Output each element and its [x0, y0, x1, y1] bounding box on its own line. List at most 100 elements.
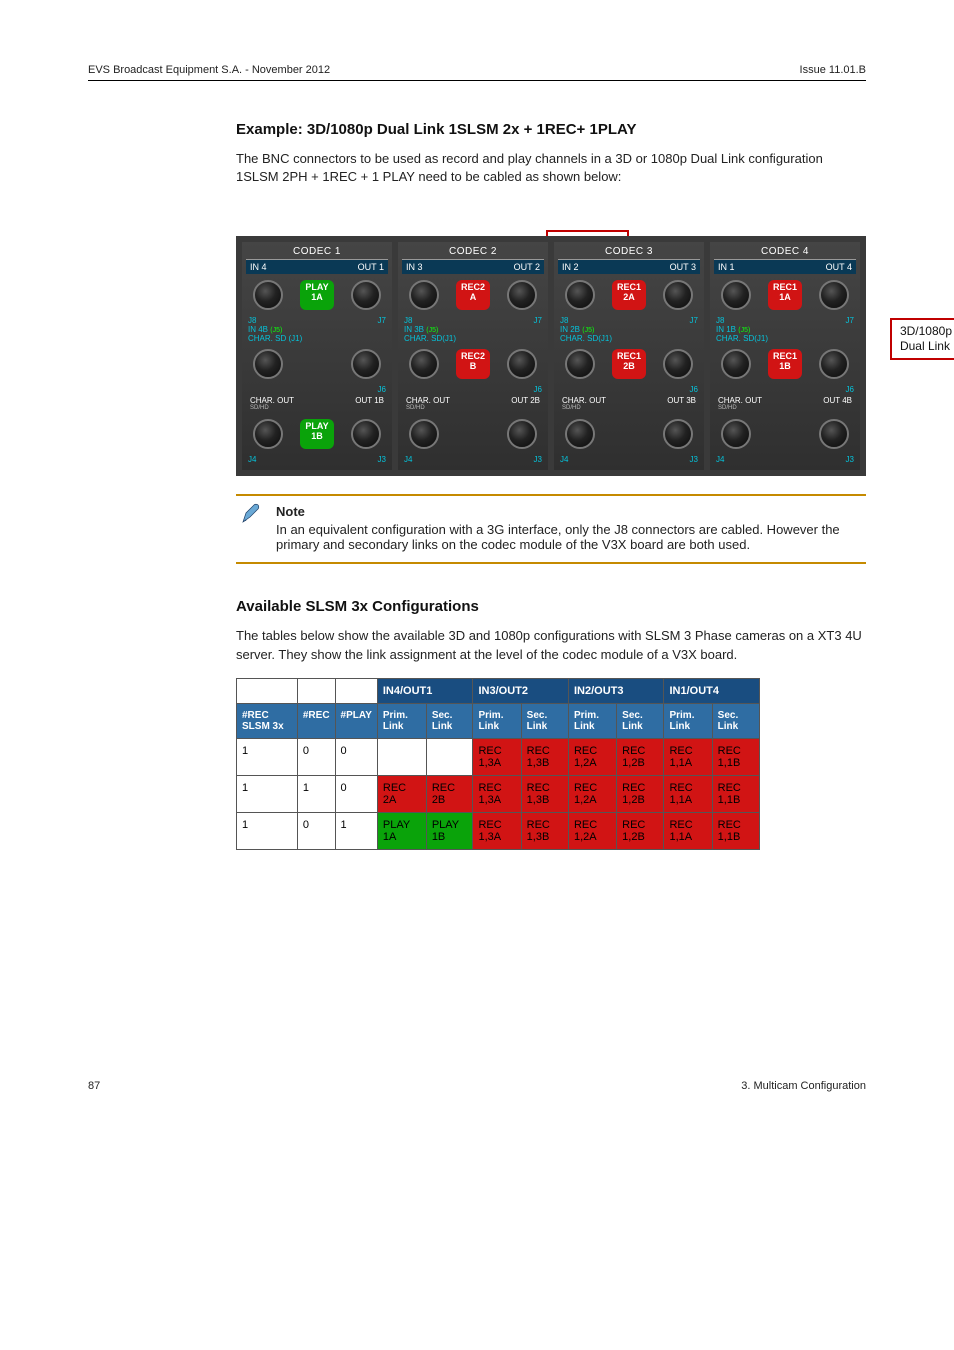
- table-sub-header: Prim. Link: [664, 703, 712, 738]
- port-label: J6: [846, 385, 854, 394]
- port-label: J3: [690, 455, 698, 464]
- mid-in-label: IN 4B (J5)CHAR. SD (J1): [248, 325, 302, 343]
- table-cell: [377, 738, 426, 775]
- table-cell: PLAY 1B: [426, 812, 473, 849]
- port-label: J3: [846, 455, 854, 464]
- table-cell: REC 1,2A: [568, 738, 616, 775]
- table-cell: REC 1,3A: [473, 738, 521, 775]
- table-cell: REC 1,1B: [712, 812, 759, 849]
- codec-label: CODEC 1: [246, 246, 388, 260]
- table-cell: [426, 738, 473, 775]
- bnc-connector: [351, 280, 381, 310]
- table-cell: REC 1,1B: [712, 738, 759, 775]
- bnc-connector: [819, 280, 849, 310]
- table-sub-header: Sec. Link: [521, 703, 568, 738]
- table-cell: REC 1,3B: [521, 812, 568, 849]
- in-label: IN 4: [250, 262, 267, 272]
- bnc-connector: [409, 349, 439, 379]
- channel-badge: PLAY1A: [300, 280, 334, 310]
- channel-badge: REC12B: [612, 349, 646, 379]
- port-label: J8: [560, 316, 568, 325]
- table-cell: 0: [297, 812, 335, 849]
- table-cell: REC 1,1B: [712, 775, 759, 812]
- port-label: J8: [404, 316, 412, 325]
- codec-module: CODEC 2 IN 3OUT 2 REC2A J8J7 IN 3B (J5)C…: [398, 242, 548, 470]
- in-label: IN 2: [562, 262, 579, 272]
- out-b-label: OUT 3B: [667, 396, 696, 411]
- table-cell: 1: [237, 812, 298, 849]
- codec-module: CODEC 4 IN 1OUT 4 REC11A J8J7 IN 1B (J5)…: [710, 242, 860, 470]
- codec-module: CODEC 3 IN 2OUT 3 REC12A J8J7 IN 2B (J5)…: [554, 242, 704, 470]
- table-cell: REC 1,1A: [664, 775, 712, 812]
- channel-badge: REC11A: [768, 280, 802, 310]
- port-label: J6: [534, 385, 542, 394]
- table-cell: 0: [335, 738, 377, 775]
- table-cell: REC 2B: [426, 775, 473, 812]
- codec-label: CODEC 2: [402, 246, 544, 260]
- table-cell: REC 1,1A: [664, 738, 712, 775]
- char-out-label: CHAR. OUTSD/HD: [406, 396, 450, 411]
- out-b-label: OUT 4B: [823, 396, 852, 411]
- bnc-connector: [565, 280, 595, 310]
- header-rule: [88, 80, 866, 81]
- port-label: J7: [534, 316, 542, 325]
- codec-label: CODEC 4: [714, 246, 856, 260]
- table-cell: 1: [335, 812, 377, 849]
- bnc-connector: [663, 419, 693, 449]
- bnc-connector: [507, 280, 537, 310]
- table-cell: [335, 678, 377, 703]
- mid-in-label: IN 3B (J5)CHAR. SD(J1): [404, 325, 456, 343]
- out-label: OUT 4: [826, 262, 852, 272]
- table-cell: REC 1,3B: [521, 775, 568, 812]
- port-label: J4: [716, 455, 724, 464]
- port-label: J4: [560, 455, 568, 464]
- port-label: J6: [690, 385, 698, 394]
- table-sub-header: #REC: [297, 703, 335, 738]
- table-cell: REC 1,2A: [568, 775, 616, 812]
- table-cell: REC 1,3A: [473, 775, 521, 812]
- table-sub-header: #PLAY: [335, 703, 377, 738]
- bnc-connector: [507, 419, 537, 449]
- table-cell: 1: [237, 775, 298, 812]
- table-sub-header: Prim. Link: [568, 703, 616, 738]
- table-cell: 0: [297, 738, 335, 775]
- table-sub-header: Prim. Link: [377, 703, 426, 738]
- table-cell: 0: [335, 775, 377, 812]
- table-sub-header: Sec. Link: [426, 703, 473, 738]
- section2-title: Available SLSM 3x Configurations: [236, 598, 866, 615]
- out-label: OUT 1: [358, 262, 384, 272]
- port-label: J4: [248, 455, 256, 464]
- table-cell: REC 1,1A: [664, 812, 712, 849]
- table-group-header: IN1/OUT4: [664, 678, 760, 703]
- channel-badge: REC2A: [456, 280, 490, 310]
- port-label: J8: [248, 316, 256, 325]
- port-label: J8: [716, 316, 724, 325]
- table-cell: REC 1,2B: [617, 738, 664, 775]
- port-label: J7: [846, 316, 854, 325]
- table-cell: REC 1,2A: [568, 812, 616, 849]
- mid-in-label: IN 1B (J5)CHAR. SD(J1): [716, 325, 768, 343]
- bnc-connector: [507, 349, 537, 379]
- table-cell: 1: [297, 775, 335, 812]
- port-label: J3: [378, 455, 386, 464]
- codec-module: CODEC 1 IN 4OUT 1 PLAY1A J8J7 IN 4B (J5)…: [242, 242, 392, 470]
- port-label: J7: [690, 316, 698, 325]
- port-label: J4: [404, 455, 412, 464]
- footer-right: 3. Multicam Configuration: [741, 1080, 866, 1092]
- table-cell: REC 1,2B: [617, 812, 664, 849]
- table-cell: REC 1,3A: [473, 812, 521, 849]
- table-sub-header: Sec. Link: [617, 703, 664, 738]
- section1-title: Example: 3D/1080p Dual Link 1SLSM 2x + 1…: [236, 121, 866, 138]
- table-cell: REC 2A: [377, 775, 426, 812]
- bnc-connector: [565, 349, 595, 379]
- bnc-connector: [819, 349, 849, 379]
- out-b-label: OUT 1B: [355, 396, 384, 411]
- table-group-header: IN3/OUT2: [473, 678, 569, 703]
- port-label: J3: [534, 455, 542, 464]
- out-label: OUT 3: [670, 262, 696, 272]
- bnc-connector: [253, 280, 283, 310]
- codec-label: CODEC 3: [558, 246, 700, 260]
- footer-left: 87: [88, 1080, 100, 1092]
- bnc-connector: [565, 419, 595, 449]
- bnc-connector: [721, 419, 751, 449]
